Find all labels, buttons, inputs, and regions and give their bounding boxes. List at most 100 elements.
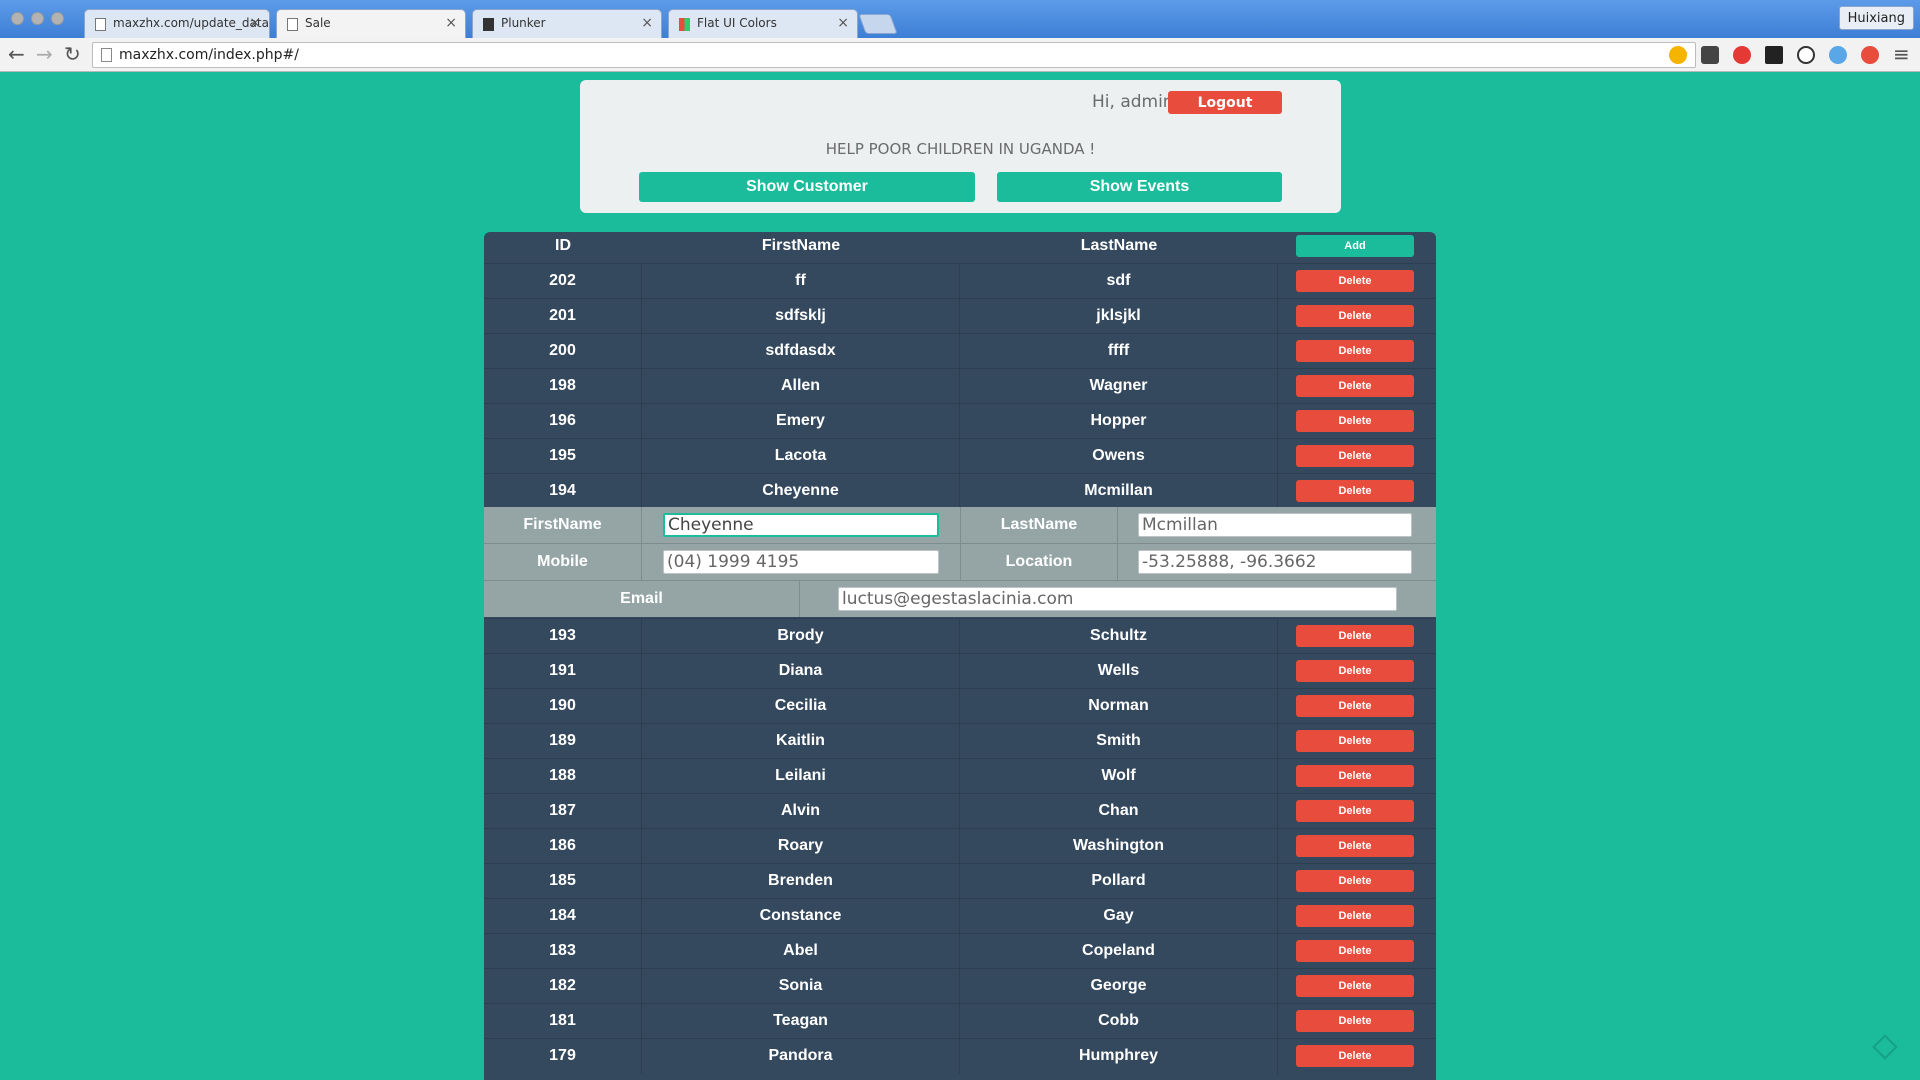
table-row[interactable]: 184 Constance Gay Delete — [484, 898, 1436, 934]
table-row[interactable]: 191 Diana Wells Delete — [484, 653, 1436, 689]
cell-firstname: Roary — [642, 829, 960, 864]
cell-id: 182 — [484, 969, 642, 1004]
show-customer-button[interactable]: Show Customer — [639, 172, 975, 202]
cell-firstname: Kaitlin — [642, 724, 960, 759]
tab-close-icon[interactable]: × — [641, 15, 653, 31]
cell-firstname: Brenden — [642, 864, 960, 899]
table-row[interactable]: 198 Allen Wagner Delete — [484, 368, 1436, 404]
add-customer-button[interactable]: Add — [1296, 235, 1414, 257]
browser-tab[interactable]: maxzhx.com/update_data × — [84, 9, 270, 38]
cell-id: 190 — [484, 689, 642, 724]
table-row[interactable]: 193 Brody Schultz Delete — [484, 618, 1436, 654]
delete-button[interactable]: Delete — [1296, 445, 1414, 467]
page-slogan: HELP POOR CHILDREN IN UGANDA ! — [825, 140, 1096, 158]
table-row[interactable]: 182 Sonia George Delete — [484, 968, 1436, 1004]
delete-button[interactable]: Delete — [1296, 730, 1414, 752]
cell-id: 191 — [484, 654, 642, 689]
delete-button[interactable]: Delete — [1296, 340, 1414, 362]
table-row[interactable]: 195 Lacota Owens Delete — [484, 438, 1436, 474]
profile-button[interactable]: Huixiang — [1838, 6, 1914, 30]
table-row[interactable]: 187 Alvin Chan Delete — [484, 793, 1436, 829]
browser-tab[interactable]: Flat UI Colors × — [668, 9, 858, 38]
cell-id: 179 — [484, 1039, 642, 1074]
delete-button[interactable]: Delete — [1296, 410, 1414, 432]
extension-blue-icon[interactable] — [1829, 46, 1847, 64]
logout-button[interactable]: Logout — [1168, 91, 1282, 114]
browser-tab-active[interactable]: Sale × — [276, 9, 466, 38]
window-zoom-button[interactable] — [51, 12, 64, 25]
delete-button[interactable]: Delete — [1296, 1045, 1414, 1067]
firstname-input[interactable] — [663, 513, 939, 537]
delete-button[interactable]: Delete — [1296, 905, 1414, 927]
delete-button[interactable]: Delete — [1296, 625, 1414, 647]
cell-id: 193 — [484, 619, 642, 654]
page-icon — [95, 18, 106, 31]
delete-button[interactable]: Delete — [1296, 975, 1414, 997]
extension-opera-icon[interactable] — [1733, 46, 1751, 64]
cell-firstname: Pandora — [642, 1039, 960, 1074]
table-row[interactable]: 188 Leilani Wolf Delete — [484, 758, 1436, 794]
tab-title: maxzhx.com/update_data — [113, 16, 269, 30]
cell-lastname: Smith — [960, 724, 1278, 759]
table-row[interactable]: 201 sdfsklj jklsjkl Delete — [484, 298, 1436, 334]
window-close-button[interactable] — [11, 12, 24, 25]
table-row[interactable]: 196 Emery Hopper Delete — [484, 403, 1436, 439]
menu-icon[interactable]: ≡ — [1893, 43, 1910, 65]
lastname-label: LastName — [960, 507, 1118, 543]
email-input[interactable] — [838, 587, 1397, 611]
delete-button[interactable]: Delete — [1296, 800, 1414, 822]
extension-shield-icon[interactable] — [1701, 46, 1719, 64]
cell-firstname: Emery — [642, 404, 960, 439]
new-tab-button[interactable] — [858, 14, 898, 34]
url-text[interactable]: maxzhx.com/index.php#/ — [119, 47, 299, 63]
table-row[interactable]: 183 Abel Copeland Delete — [484, 933, 1436, 969]
table-row[interactable]: 179 Pandora Humphrey Delete — [484, 1038, 1436, 1074]
table-row[interactable]: 194 Cheyenne Mcmillan Delete — [484, 473, 1436, 509]
cell-id: 202 — [484, 264, 642, 299]
delete-button[interactable]: Delete — [1296, 765, 1414, 787]
delete-button[interactable]: Delete — [1296, 305, 1414, 327]
delete-button[interactable]: Delete — [1296, 660, 1414, 682]
address-bar[interactable]: maxzhx.com/index.php#/ ☆ — [92, 42, 1696, 68]
extension-red-icon[interactable] — [1861, 46, 1879, 64]
location-input[interactable] — [1138, 550, 1412, 574]
delete-button[interactable]: Delete — [1296, 270, 1414, 292]
delete-button[interactable]: Delete — [1296, 835, 1414, 857]
table-row[interactable]: 185 Brenden Pollard Delete — [484, 863, 1436, 899]
cell-id: 189 — [484, 724, 642, 759]
window-minimize-button[interactable] — [31, 12, 44, 25]
tab-close-icon[interactable]: × — [249, 15, 261, 31]
cell-id: 196 — [484, 404, 642, 439]
extension-info-icon[interactable] — [1797, 46, 1815, 64]
table-row[interactable]: 186 Roary Washington Delete — [484, 828, 1436, 864]
lastname-input[interactable] — [1138, 513, 1412, 537]
mobile-input[interactable] — [663, 550, 939, 574]
show-events-button[interactable]: Show Events — [997, 172, 1282, 202]
cell-id: 181 — [484, 1004, 642, 1039]
back-arrow-icon[interactable]: ← — [8, 43, 25, 65]
delete-button[interactable]: Delete — [1296, 1010, 1414, 1032]
cell-lastname: Mcmillan — [960, 474, 1278, 509]
browser-tab[interactable]: Plunker × — [472, 9, 662, 38]
feedback-diamond-icon[interactable] — [1872, 1034, 1898, 1060]
table-row[interactable]: 181 Teagan Cobb Delete — [484, 1003, 1436, 1039]
cell-id: 198 — [484, 369, 642, 404]
forward-arrow-icon[interactable]: → — [36, 43, 53, 65]
table-row[interactable]: 189 Kaitlin Smith Delete — [484, 723, 1436, 759]
table-row[interactable]: 202 ff sdf Delete — [484, 263, 1436, 299]
tab-close-icon[interactable]: × — [837, 15, 849, 31]
table-row[interactable]: 190 Cecilia Norman Delete — [484, 688, 1436, 724]
delete-button[interactable]: Delete — [1296, 870, 1414, 892]
cell-lastname: ffff — [960, 334, 1278, 369]
delete-button[interactable]: Delete — [1296, 695, 1414, 717]
delete-button[interactable]: Delete — [1296, 480, 1414, 502]
delete-button[interactable]: Delete — [1296, 940, 1414, 962]
delete-button[interactable]: Delete — [1296, 375, 1414, 397]
email-label: Email — [484, 581, 800, 617]
extension-badge-icon[interactable] — [1765, 46, 1783, 64]
tab-close-icon[interactable]: × — [445, 15, 457, 31]
extension-chrome-icon[interactable] — [1669, 46, 1687, 64]
reload-icon[interactable]: ↻ — [64, 43, 81, 65]
table-row[interactable]: 200 sdfdasdx ffff Delete — [484, 333, 1436, 369]
plunker-icon — [483, 18, 494, 31]
